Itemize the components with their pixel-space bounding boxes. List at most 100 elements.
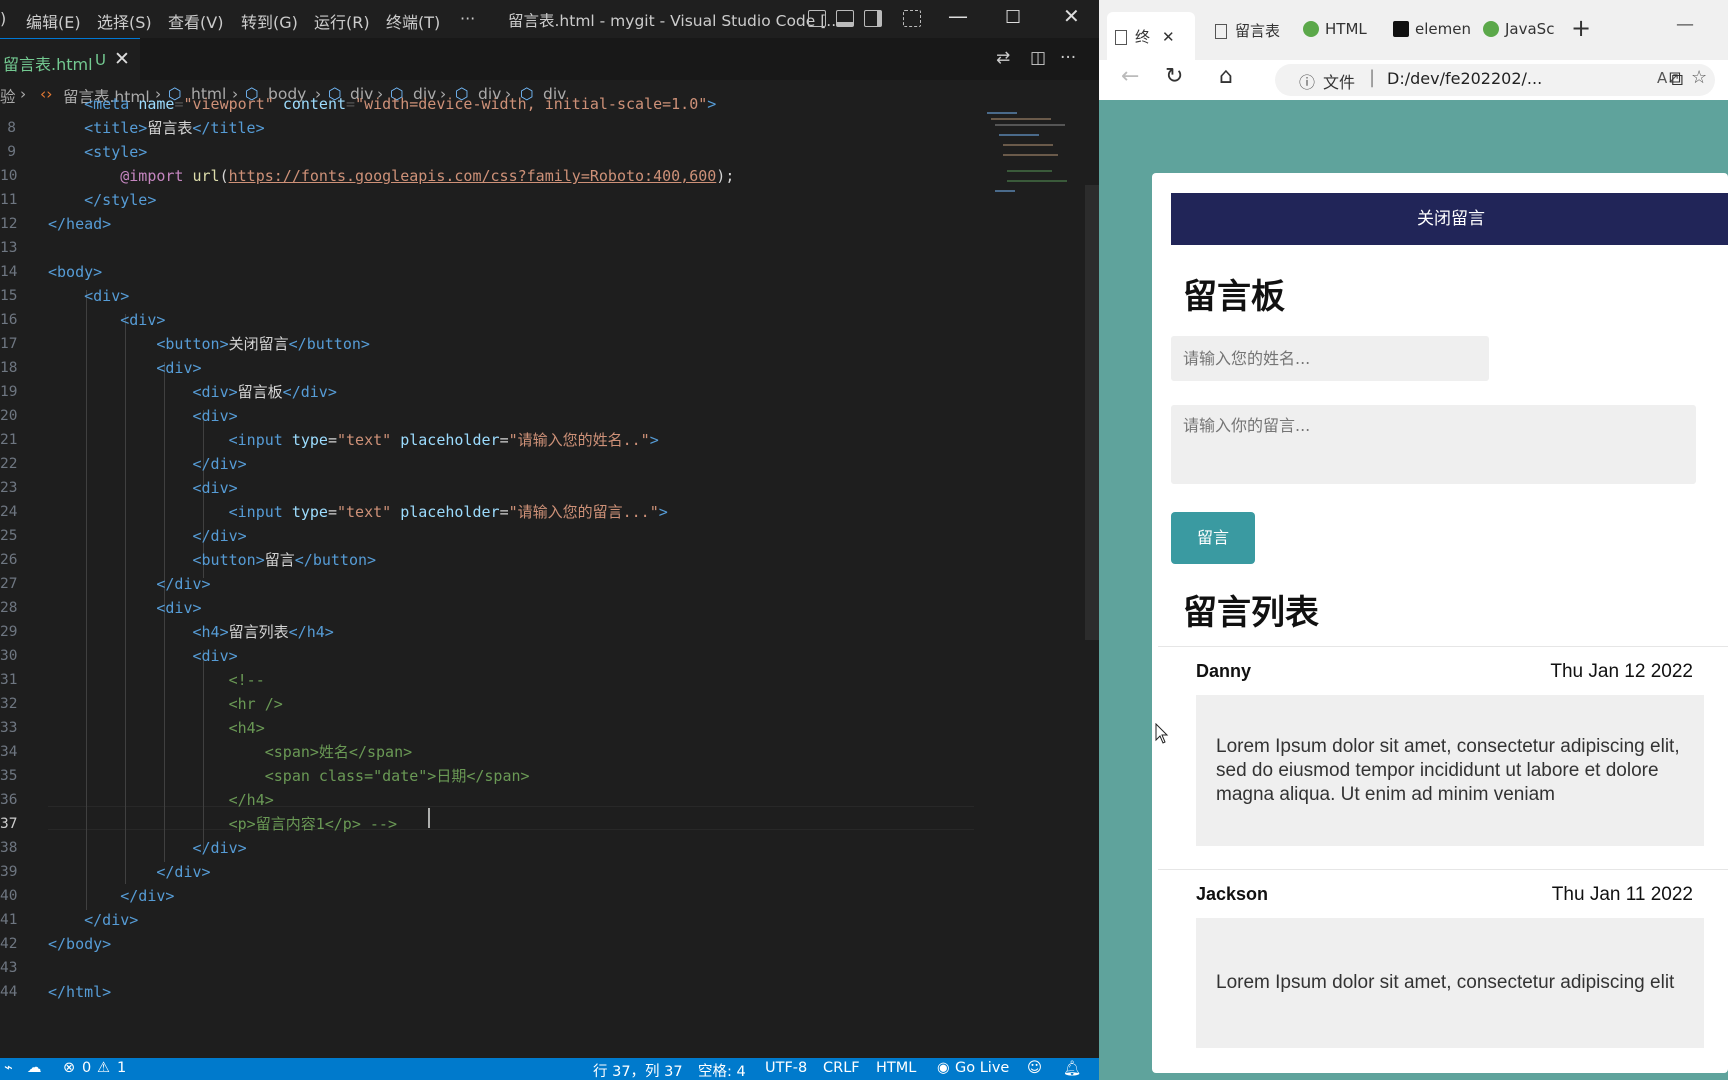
- code-line: <button>留言</button>: [192, 551, 377, 569]
- tab-active[interactable]: 终 ✕: [1107, 12, 1195, 60]
- menu-edit[interactable]: 编辑(E): [26, 9, 81, 33]
- indentation[interactable]: 空格: 4: [698, 1060, 746, 1080]
- url-text[interactable]: D:/dev/fe202202/...: [1387, 69, 1542, 88]
- back-icon[interactable]: ←: [1121, 64, 1139, 89]
- code-line: </div>: [156, 863, 211, 881]
- message-date: Thu Jan 12 2022: [1550, 661, 1693, 682]
- home-icon[interactable]: ⌂: [1219, 64, 1233, 89]
- bell-icon[interactable]: 🔔︎: [1063, 1060, 1081, 1077]
- editor-tabbar: 留言表.html U ✕ ⇄ ◫ ···: [0, 38, 1099, 80]
- code-editor[interactable]: <meta name="viewport" content="width=dev…: [0, 95, 985, 1050]
- code-line: <input type="text" placeholder="请输入您的留言.…: [228, 503, 668, 521]
- code-line: </div>: [156, 575, 211, 593]
- name-input[interactable]: [1171, 336, 1489, 381]
- page-icon: [1215, 24, 1227, 39]
- message-date: Thu Jan 11 2022: [1551, 884, 1693, 905]
- code-line: <h4>: [48, 719, 265, 737]
- message-author: Jackson: [1196, 884, 1269, 904]
- code-line: </div>: [192, 527, 247, 545]
- toggle-sidebar-icon[interactable]: [808, 10, 826, 27]
- tab-element[interactable]: elemen: [1385, 14, 1479, 46]
- menu-view[interactable]: 查看(V): [168, 9, 223, 33]
- error-count[interactable]: 0: [82, 1060, 91, 1076]
- untracked-badge: U: [95, 51, 106, 69]
- info-icon[interactable]: ⓘ: [1299, 69, 1315, 93]
- chevron-right-icon: ›: [20, 85, 27, 103]
- separator: |: [1369, 67, 1376, 88]
- toggle-panel-icon[interactable]: [836, 10, 854, 27]
- code-line: </div>: [192, 455, 247, 473]
- menu-more[interactable]: ···: [460, 9, 475, 28]
- favorite-add-icon[interactable]: ☆: [1691, 67, 1707, 88]
- tab-label: elemen: [1415, 20, 1471, 38]
- split-editor-icon[interactable]: ◫: [1030, 48, 1046, 68]
- cursor-position[interactable]: 行 37，列 37: [593, 1060, 683, 1080]
- minimap[interactable]: [985, 110, 1085, 200]
- sync-icon[interactable]: ☁: [27, 1060, 42, 1076]
- submit-message-button[interactable]: 留言: [1171, 512, 1255, 564]
- code-line: </html>: [48, 983, 112, 1001]
- remote-icon[interactable]: ⌁: [4, 1060, 13, 1076]
- address-bar[interactable]: ⓘ 文件 | D:/dev/fe202202/... A↗ ☆: [1275, 64, 1715, 96]
- more-actions-icon[interactable]: ···: [1060, 48, 1076, 68]
- close-window-icon[interactable]: ✕: [1063, 4, 1080, 28]
- encoding[interactable]: UTF-8: [765, 1060, 807, 1076]
- new-tab-icon[interactable]: +: [1571, 14, 1591, 42]
- code-line: <div>: [156, 359, 202, 377]
- breadcrumb-item[interactable]: 验: [0, 85, 16, 107]
- code-line: </head>: [48, 215, 112, 233]
- tab-label: JavaSc: [1505, 20, 1555, 38]
- code-line: </div>: [192, 839, 247, 857]
- go-live-button[interactable]: Go Live: [955, 1060, 1009, 1076]
- refresh-icon[interactable]: ↻: [1165, 64, 1183, 89]
- page-icon: [1115, 30, 1127, 45]
- code-line: <input type="text" placeholder="请输入您的姓名.…: [228, 431, 659, 449]
- favicon-icon: [1483, 21, 1499, 37]
- editor-scrollbar[interactable]: [1085, 185, 1099, 640]
- menu-run[interactable]: 运行(R): [314, 9, 370, 33]
- tab-label: 留言表: [1235, 22, 1281, 40]
- message-list-title: 留言列表: [1183, 593, 1319, 633]
- tab-liuyanbiao[interactable]: 留言表.html U ✕: [0, 38, 140, 80]
- open-changes-icon[interactable]: ⇄: [996, 48, 1010, 68]
- status-bar: ⌁ ☁ ⊗ 0 ⚠ 1 行 37，列 37 空格: 4 UTF-8 CRLF H…: [0, 1058, 1099, 1080]
- warning-icon[interactable]: ⚠: [97, 1060, 110, 1076]
- feedback-icon[interactable]: ☺: [1027, 1060, 1042, 1076]
- message-author: Danny: [1196, 661, 1252, 681]
- vscode-window: ) 编辑(E) 选择(S) 查看(V) 转到(G) 运行(R) 终端(T) ··…: [0, 0, 1099, 1080]
- warning-count[interactable]: 1: [117, 1060, 126, 1076]
- maximize-icon[interactable]: ☐: [1005, 7, 1021, 28]
- code-line: <span>姓名</span>: [48, 743, 413, 761]
- code-line: <button>关闭留言</button>: [156, 335, 370, 353]
- window-title: 留言表.html - mygit - Visual Studio Code [.…: [508, 12, 842, 30]
- error-icon[interactable]: ⊗: [63, 1060, 75, 1076]
- code-line: <div>: [84, 287, 130, 305]
- minimize-icon[interactable]: —: [1676, 14, 1694, 35]
- language-mode[interactable]: HTML: [876, 1060, 916, 1076]
- collections-icon[interactable]: ⧉: [1669, 66, 1683, 90]
- tab-html[interactable]: HTML: [1295, 14, 1375, 46]
- message-input[interactable]: [1171, 405, 1696, 484]
- tab-label: 留言表.html: [3, 55, 93, 74]
- customize-layout-icon[interactable]: [903, 10, 921, 27]
- menu-selection[interactable]: 选择(S): [97, 9, 152, 33]
- menu-goto[interactable]: 转到(G): [241, 9, 298, 33]
- tab-close-icon[interactable]: ✕: [1162, 28, 1175, 46]
- code-line: <p>留言内容1</p> -->: [48, 815, 397, 833]
- code-line: <hr />: [48, 695, 283, 713]
- code-line: <title>留言表</title>: [84, 119, 265, 137]
- line-ending[interactable]: CRLF: [823, 1060, 860, 1076]
- code-line: <div>: [192, 647, 238, 665]
- tab-close-icon[interactable]: ✕: [114, 48, 130, 70]
- code-line: @import url(https://fonts.googleapis.com…: [120, 167, 735, 185]
- tab-liuyanbiao[interactable]: 留言表: [1207, 14, 1288, 46]
- toggle-secondary-sidebar-icon[interactable]: [864, 10, 882, 27]
- message-body: Lorem Ipsum dolor sit amet, consectetur …: [1196, 695, 1704, 846]
- minimize-icon[interactable]: —: [948, 4, 968, 28]
- code-line: <div>留言板</div>: [192, 383, 337, 401]
- code-line: <div>: [120, 311, 166, 329]
- tab-javascript[interactable]: JavaSc: [1475, 14, 1562, 46]
- menu-terminal[interactable]: 终端(T): [386, 9, 440, 33]
- menu-edge: ): [0, 9, 7, 28]
- close-guestbook-button[interactable]: 关闭留言: [1171, 193, 1728, 245]
